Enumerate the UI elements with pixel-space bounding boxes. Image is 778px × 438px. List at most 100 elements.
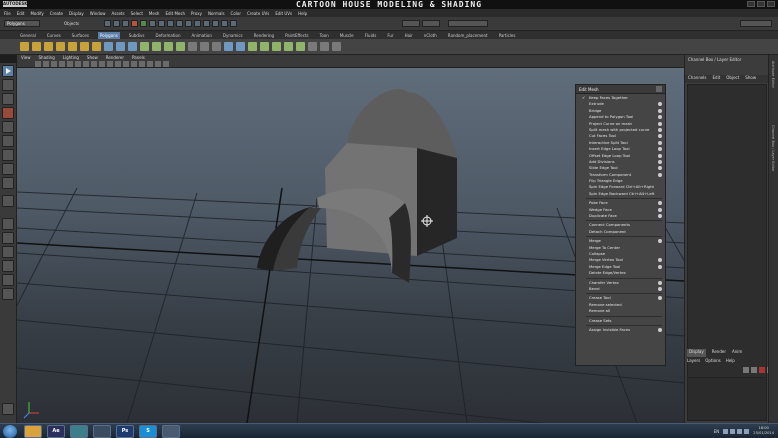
shelf-tab-rendering[interactable]: Rendering: [252, 32, 276, 39]
window-icon[interactable]: [162, 425, 180, 438]
menu-color[interactable]: Color: [231, 11, 241, 16]
poly-cube-icon[interactable]: [32, 42, 41, 51]
move-tool-icon[interactable]: [2, 107, 14, 119]
append-icon[interactable]: [176, 42, 185, 51]
option-box-icon[interactable]: [658, 127, 662, 132]
panel-menu-show[interactable]: Show: [87, 55, 98, 60]
menu-mesh[interactable]: Mesh: [149, 11, 160, 16]
menu-item[interactable]: Delete Edge/Vertex: [578, 270, 665, 276]
option-box-icon[interactable]: [658, 134, 662, 139]
shelf-tab-ncloth[interactable]: nCloth: [422, 32, 439, 39]
minimize-button[interactable]: [747, 1, 755, 7]
render-settings-icon[interactable]: [221, 20, 228, 27]
auto-map-icon[interactable]: [296, 42, 305, 51]
channel-menu-edit[interactable]: Edit: [713, 75, 721, 83]
menu-display[interactable]: Display: [69, 11, 84, 16]
snap-grid-icon[interactable]: [158, 20, 165, 27]
menu-edit-uvs[interactable]: Edit UVs: [275, 11, 292, 16]
ambient-occlusion-icon[interactable]: [147, 61, 153, 67]
panel-menu-view[interactable]: View: [21, 55, 31, 60]
uv-editor-icon[interactable]: [248, 42, 257, 51]
lights-icon[interactable]: [107, 61, 113, 67]
close-icon[interactable]: [656, 86, 662, 92]
menu-assets[interactable]: Assets: [112, 11, 125, 16]
clock[interactable]: 18:00 25/01/2014: [753, 426, 774, 436]
tray-arrow-icon[interactable]: [723, 428, 729, 434]
menu-item[interactable]: Detach Component: [578, 229, 665, 235]
perspective-viewport[interactable]: Edit Mesh ✓ Keep Faces Together Extrude Bri…: [17, 68, 684, 423]
option-box-icon[interactable]: [658, 115, 662, 120]
panel-menu-lighting[interactable]: Lighting: [63, 55, 79, 60]
high-quality-icon[interactable]: [139, 61, 145, 67]
layer-menu-help[interactable]: Help: [726, 358, 735, 363]
harden-edge-icon[interactable]: [332, 42, 341, 51]
option-box-icon[interactable]: [658, 108, 662, 113]
history-icon[interactable]: [194, 20, 201, 27]
textured-icon[interactable]: [99, 61, 105, 67]
layer-tab-render[interactable]: Render: [712, 349, 726, 357]
option-box-icon[interactable]: [658, 258, 662, 263]
shelf-tab-surfaces[interactable]: Surfaces: [70, 32, 91, 39]
shelf-tab-particles[interactable]: Particles: [497, 32, 518, 39]
last-tool-icon[interactable]: [2, 195, 14, 207]
menu-item[interactable]: Spin Edge Backward Ctrl+Alt+Left: [578, 191, 665, 197]
shelf-tab-toon[interactable]: Toon: [318, 32, 331, 39]
layer-menu-layers[interactable]: Layers: [687, 358, 700, 363]
manipulator-tool-icon[interactable]: [2, 149, 14, 161]
shelf-tab-dynamics[interactable]: Dynamics: [221, 32, 245, 39]
maximize-button[interactable]: [757, 1, 765, 7]
option-box-icon[interactable]: [658, 201, 662, 206]
menu-item[interactable]: Duplicate Face: [578, 213, 665, 219]
attribute-editor-tab[interactable]: Attribute Editor: [771, 61, 775, 88]
paint-select-tool-icon[interactable]: [2, 93, 14, 105]
depth-of-field-icon[interactable]: [163, 61, 169, 67]
shelf-tab-fluids[interactable]: Fluids: [363, 32, 379, 39]
menu-normals[interactable]: Normals: [208, 11, 225, 16]
shelf-tab-subdivs[interactable]: Subdivs: [127, 32, 147, 39]
chrome-icon[interactable]: [24, 425, 42, 438]
perspective-outliner-layout-icon[interactable]: [2, 246, 14, 258]
image-plane-icon[interactable]: [51, 61, 57, 67]
menu-file[interactable]: File: [4, 11, 11, 16]
layout-options-icon[interactable]: [2, 403, 14, 415]
panel-menu-panels[interactable]: Panels: [132, 55, 145, 60]
menu-window[interactable]: Window: [90, 11, 106, 16]
soft-mod-tool-icon[interactable]: [2, 163, 14, 175]
layer-tab-anim[interactable]: Anim: [732, 349, 742, 357]
select-component-icon[interactable]: [149, 20, 156, 27]
option-box-icon[interactable]: [658, 159, 662, 164]
after-effects-icon[interactable]: Ae: [47, 425, 65, 438]
option-box-icon[interactable]: [658, 166, 662, 171]
option-box-icon[interactable]: [658, 102, 662, 107]
option-box-icon[interactable]: [658, 147, 662, 152]
quick-select-field[interactable]: [448, 20, 488, 27]
maya-icon[interactable]: [70, 425, 88, 438]
flag-icon[interactable]: [730, 428, 736, 434]
separate-icon[interactable]: [116, 42, 125, 51]
shelf-tab-curves[interactable]: Curves: [45, 32, 63, 39]
channel-menu-show[interactable]: Show: [745, 75, 756, 83]
cylindrical-map-icon[interactable]: [272, 42, 281, 51]
option-box-icon[interactable]: [658, 140, 662, 145]
layer-tab-display[interactable]: Display: [687, 349, 706, 357]
shelf-tab-painteffects[interactable]: PaintEffects: [283, 32, 311, 39]
menu-help[interactable]: Help: [298, 11, 307, 16]
perspective-graph-layout-icon[interactable]: [2, 260, 14, 272]
poly-cylinder-icon[interactable]: [44, 42, 53, 51]
shelf-tab-fur[interactable]: Fur: [385, 32, 395, 39]
selection-mode-label[interactable]: Objects: [64, 21, 79, 26]
select-tool-icon[interactable]: [2, 65, 14, 77]
ipr-render-icon[interactable]: [212, 20, 219, 27]
smooth-icon[interactable]: [140, 42, 149, 51]
scale-tool-icon[interactable]: [2, 135, 14, 147]
normals-icon[interactable]: [308, 42, 317, 51]
move-layer-down-icon[interactable]: [751, 367, 757, 373]
grid-toggle-icon[interactable]: [59, 61, 65, 67]
menu-select[interactable]: Select: [131, 11, 143, 16]
film-gate-icon[interactable]: [67, 61, 73, 67]
photoshop-icon[interactable]: Ps: [116, 425, 134, 438]
snap-surface-icon[interactable]: [185, 20, 192, 27]
camera-bookmark-icon[interactable]: [43, 61, 49, 67]
combine-icon[interactable]: [104, 42, 113, 51]
show-manipulator-icon[interactable]: [2, 177, 14, 189]
